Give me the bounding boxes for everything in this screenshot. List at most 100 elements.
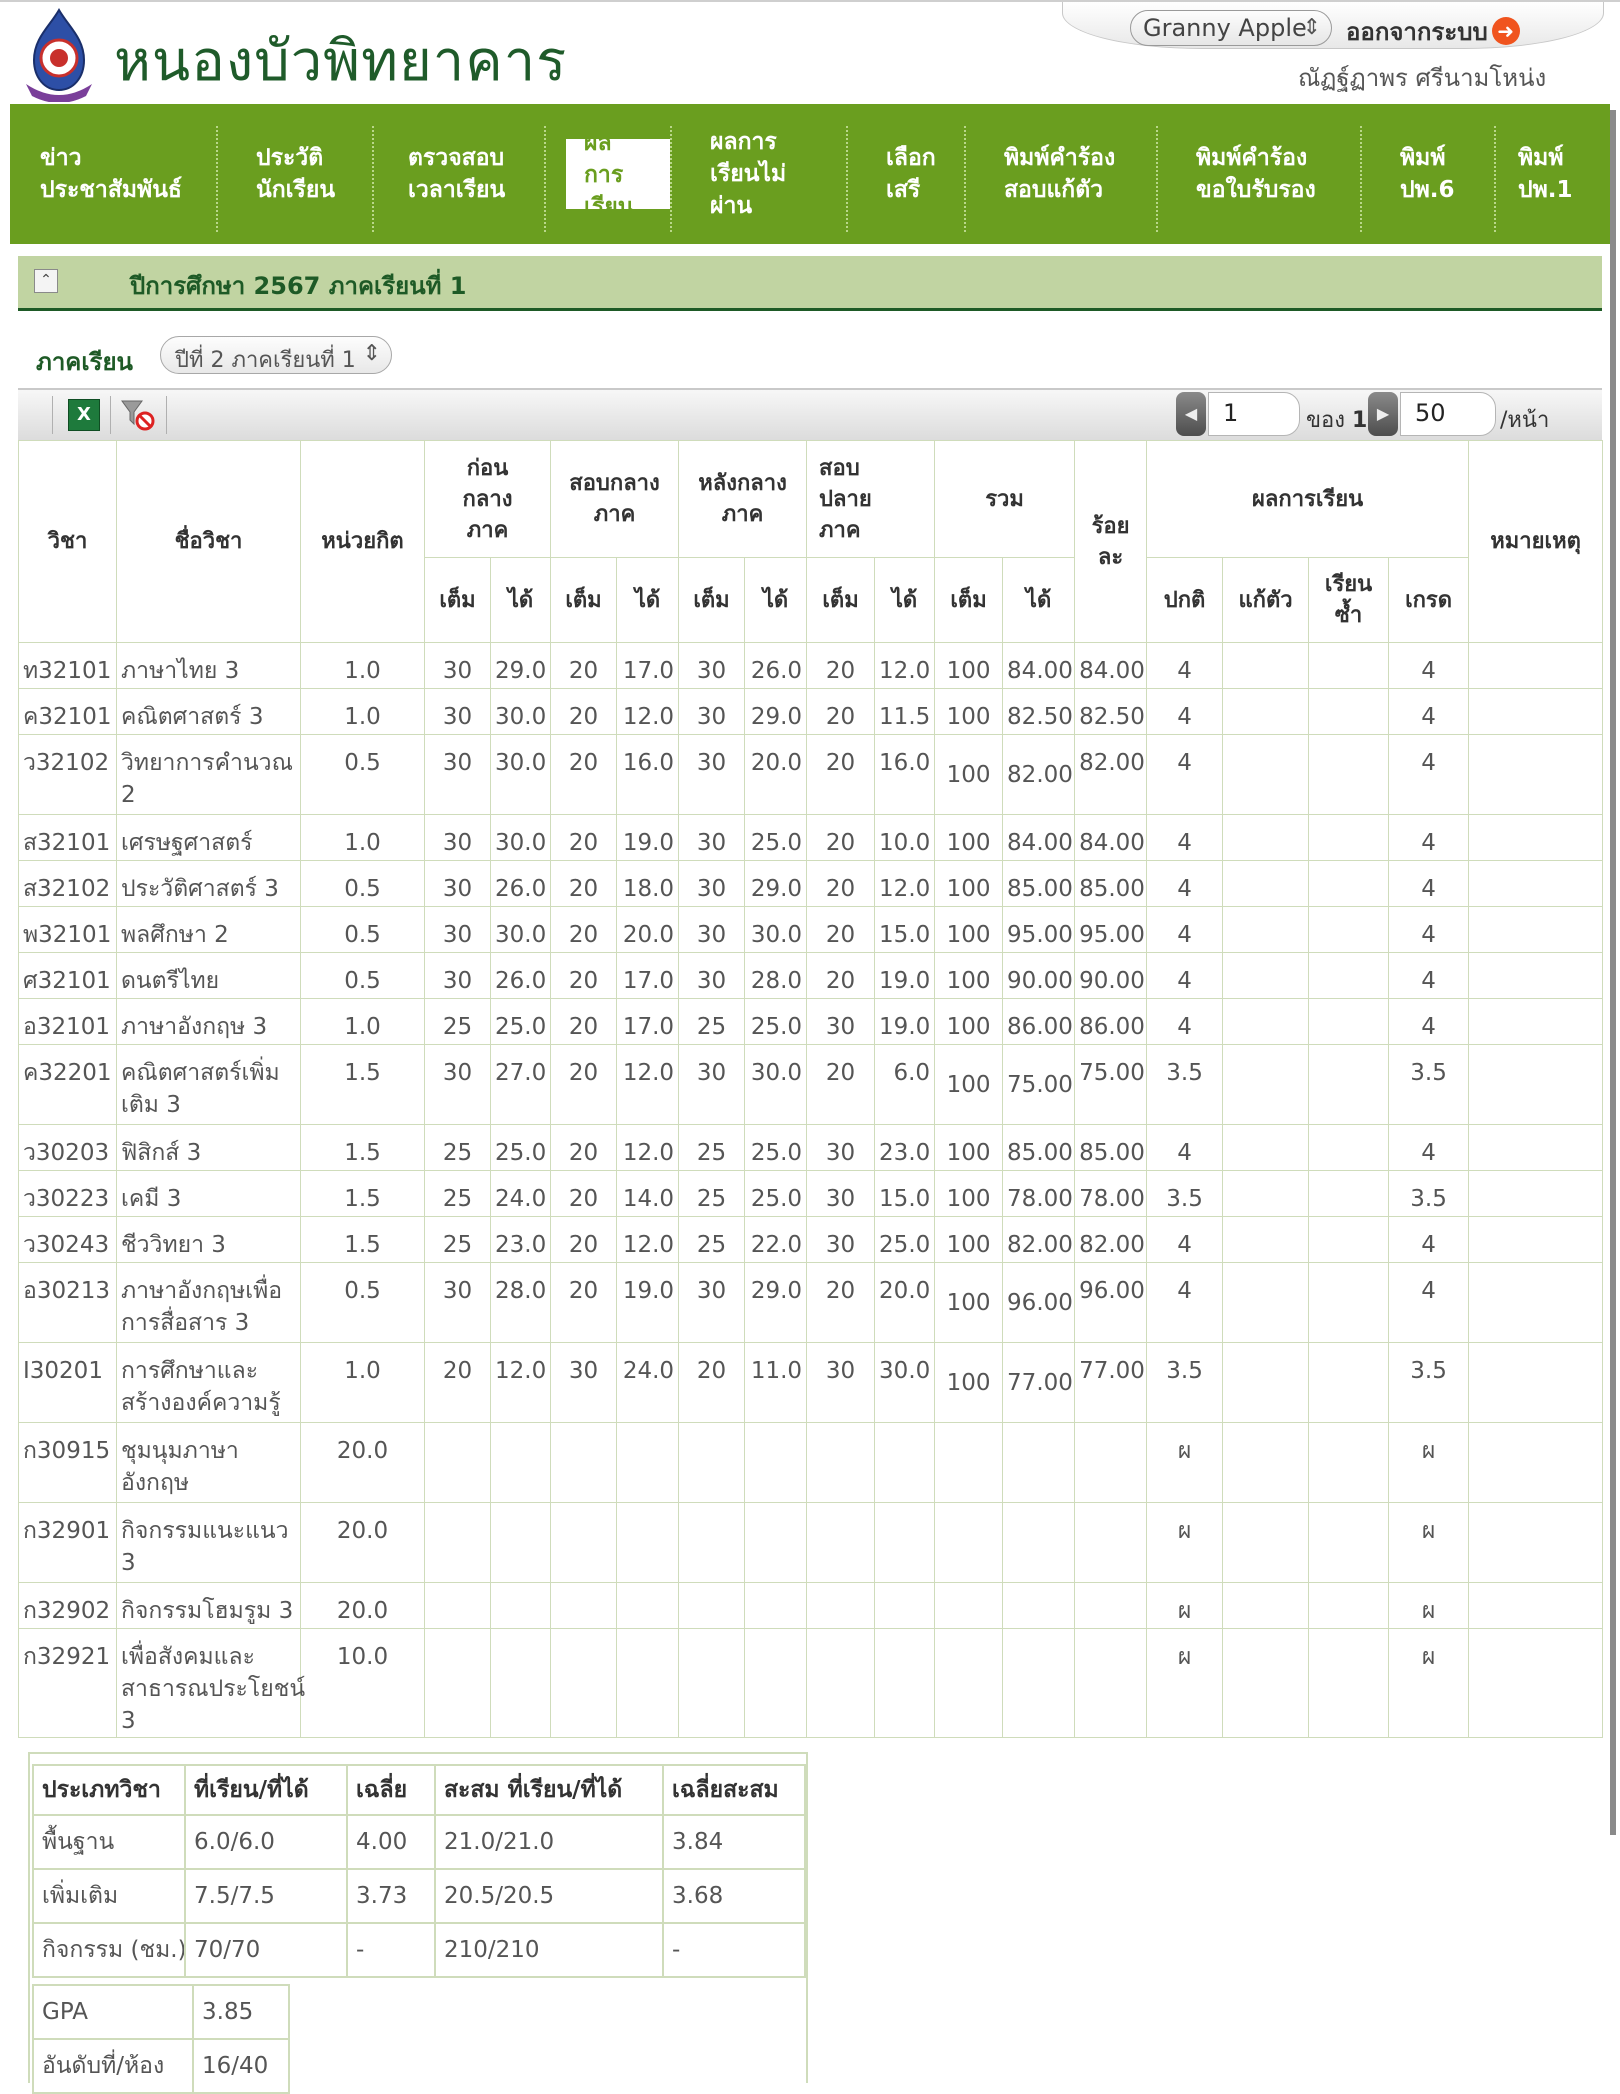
- table-row: ก32901 กิจกรรมแนะแนว 3 20.0 ผ ผ: [18, 1502, 1604, 1583]
- nav-item-news[interactable]: ข่าว ประชาสัมพันธ์: [40, 104, 182, 244]
- cell-post-mid-full: [678, 1502, 746, 1583]
- cell-total-got: 85.00: [1002, 1124, 1076, 1171]
- cell-pre-mid-full: 30: [424, 814, 491, 861]
- nav-item-print-por1[interactable]: พิมพ์ ปพ.1: [1518, 104, 1573, 244]
- grades-table: วิชา ชื่อวิชา หน่วยกิต ก่อนกลางภาค สอบกล…: [18, 440, 1604, 1738]
- nav-item-attendance[interactable]: ตรวจสอบ เวลาเรียน: [408, 104, 505, 244]
- nav-label: เรียน: [584, 194, 634, 209]
- nav-item-student-profile[interactable]: ประวัติ นักเรียน: [256, 104, 335, 244]
- nav-label: นักเรียน: [256, 177, 336, 203]
- cell-code: ก32921: [18, 1628, 117, 1738]
- clear-filter-icon[interactable]: [120, 398, 156, 432]
- cell-total-got: 84.00: [1002, 814, 1076, 861]
- table-row: ว30243 ชีววิทยา 3 1.5 25 23.0 20 12.0 25 22.0 30 2…: [18, 1216, 1604, 1263]
- nav-label: ประชาสัมพันธ์: [40, 177, 182, 203]
- nav-item-failed-results[interactable]: ผลการ เรียนไม่ ผ่าน: [710, 104, 786, 244]
- cell-repeat: [1308, 952, 1390, 999]
- term-select[interactable]: ปีที่ 2 ภาคเรียนที่ 1 ⇕: [160, 336, 392, 374]
- table-row: ว30203 ฟิสิกส์ 3 1.5 25 25.0 20 12.0 25 25.0 30 23…: [18, 1124, 1604, 1171]
- collapse-icon[interactable]: ⌃: [34, 269, 58, 293]
- cell-post-mid-full: 25: [678, 1216, 746, 1263]
- cell-total-got: [1002, 1422, 1076, 1503]
- col-header-repeat: เรียนซ้ำ: [1308, 557, 1390, 643]
- cell-name: ชีววิทยา 3: [116, 1216, 301, 1263]
- rank-label: อันดับที่/ห้อง: [32, 2038, 194, 2094]
- page-number-input[interactable]: 1: [1208, 392, 1300, 436]
- cell-credit: 1.0: [300, 998, 425, 1045]
- cell-mid-full: 20: [550, 952, 618, 999]
- cell-mid-got: [616, 1628, 680, 1738]
- nav-item-electives[interactable]: เลือก เสรี: [886, 104, 936, 244]
- school-logo-icon: [26, 7, 92, 102]
- cell-code: ว30223: [18, 1170, 117, 1217]
- summary-col-header: เฉลี่ยสะสม: [662, 1764, 806, 1816]
- cell-remedial: [1222, 734, 1310, 815]
- cell-total-got: 75.00: [1002, 1044, 1076, 1125]
- cell-final-got: 19.0: [874, 998, 936, 1045]
- cell-pre-mid-full: 30: [424, 1262, 491, 1343]
- cell-post-mid-full: 25: [678, 1170, 746, 1217]
- cell-remark: [1468, 688, 1604, 735]
- table-row: ค32201 คณิตศาสตร์เพิ่มเติม 3 1.5 30 27.0 20 12…: [18, 1044, 1604, 1125]
- cell-final-full: 30: [806, 1170, 876, 1217]
- cell-normal: 4: [1146, 998, 1224, 1045]
- cell-name: กิจกรรมแนะแนว 3: [116, 1502, 301, 1583]
- cell-credit: 20.0: [300, 1502, 425, 1583]
- nav-item-print-por6[interactable]: พิมพ์ ปพ.6: [1400, 104, 1455, 244]
- summary-cell: พื้นฐาน: [32, 1814, 186, 1870]
- summary-row: เพิ่มเติม 7.5/7.5 3.73 20.5/20.5 3.68: [32, 1868, 806, 1924]
- cell-remedial: [1222, 906, 1310, 953]
- cell-final-full: 20: [806, 1262, 876, 1343]
- cell-name: ภาษาไทย 3: [116, 642, 301, 689]
- cell-total-got: 90.00: [1002, 952, 1076, 999]
- nav-label: ปพ.6: [1400, 177, 1455, 203]
- cell-remedial: [1222, 952, 1310, 999]
- col-header-name[interactable]: ชื่อวิชา: [116, 440, 301, 643]
- table-row: ศ32101 ดนตรีไทย 0.5 30 26.0 20 17.0 30 28.0 20 19.…: [18, 952, 1604, 999]
- cell-percent: 90.00: [1074, 952, 1148, 999]
- nav-item-print-remedial-request[interactable]: พิมพ์คำร้อง สอบแก้ตัว: [1004, 104, 1115, 244]
- col-header-got: ได้: [874, 557, 936, 643]
- logout-button[interactable]: ออกจากระบบ ➜: [1346, 12, 1520, 51]
- cell-final-got: [874, 1502, 936, 1583]
- cell-remark: [1468, 952, 1604, 999]
- cell-grade: 4: [1388, 1262, 1470, 1343]
- col-header-code[interactable]: วิชา: [18, 440, 117, 643]
- cell-grade: 4: [1388, 952, 1470, 999]
- cell-mid-got: 14.0: [616, 1170, 680, 1217]
- summary-cell: 3.84: [662, 1814, 806, 1870]
- term-label: ภาคเรียน: [36, 348, 133, 376]
- summary-cell: กิจกรรม (ชม.): [32, 1922, 186, 1978]
- cell-mid-got: 24.0: [616, 1342, 680, 1423]
- cell-percent: 77.00: [1074, 1342, 1148, 1423]
- cell-credit: 1.5: [300, 1044, 425, 1125]
- nav-label: ผลการ: [710, 129, 777, 155]
- col-header-pre-mid: ก่อนกลางภาค: [423, 440, 552, 558]
- cell-percent: 82.00: [1074, 734, 1148, 815]
- cell-remedial: [1222, 1422, 1310, 1503]
- next-page-button[interactable]: ▶: [1368, 392, 1398, 436]
- page-size-input[interactable]: 50: [1400, 392, 1496, 436]
- cell-percent: 82.00: [1074, 1216, 1148, 1263]
- cell-name: การศึกษาและสร้างองค์ความรู้: [116, 1342, 301, 1423]
- cell-pre-mid-got: 25.0: [489, 998, 552, 1045]
- prev-page-button[interactable]: ◀: [1176, 392, 1206, 436]
- cell-grade: 4: [1388, 734, 1470, 815]
- cell-post-mid-full: 25: [678, 998, 746, 1045]
- cell-total-full: 100: [934, 688, 1004, 735]
- cell-post-mid-got: 30.0: [744, 906, 808, 953]
- col-header-remark[interactable]: หมายเหตุ: [1468, 440, 1604, 643]
- cell-repeat: [1308, 1262, 1390, 1343]
- cell-code: อ32101: [18, 998, 117, 1045]
- excel-export-icon[interactable]: X: [68, 399, 100, 431]
- cell-pre-mid-full: 30: [424, 906, 491, 953]
- name-select[interactable]: Granny Apple ⇕: [1130, 10, 1332, 46]
- cell-credit: 1.5: [300, 1124, 425, 1171]
- cell-final-got: 11.5: [874, 688, 936, 735]
- col-header-percent[interactable]: ร้อยละ: [1074, 440, 1148, 643]
- nav-item-results[interactable]: ผล การ เรียน: [566, 104, 670, 244]
- col-header-final: สอบปลายภาค: [806, 440, 936, 558]
- col-header-credit[interactable]: หน่วยกิต: [300, 440, 425, 643]
- cell-percent: 85.00: [1074, 1124, 1148, 1171]
- nav-item-print-certificate-request[interactable]: พิมพ์คำร้อง ขอใบรับรอง: [1196, 104, 1316, 244]
